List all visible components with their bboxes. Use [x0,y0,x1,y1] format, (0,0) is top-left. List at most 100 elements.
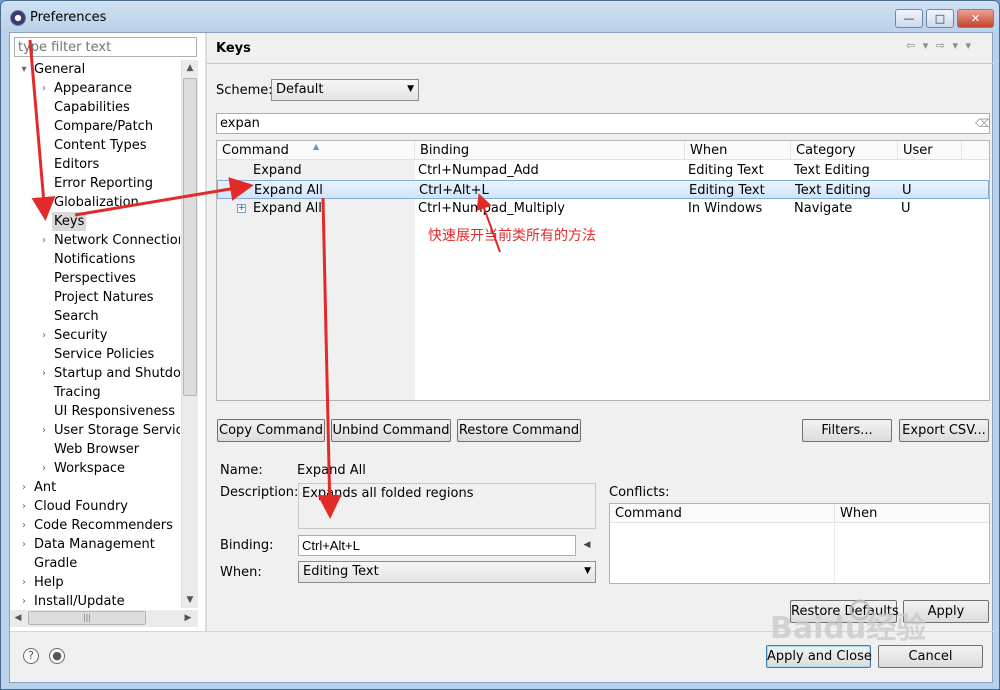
tree-item[interactable]: Tracing [10,383,180,402]
tree-item-label: Content Types [54,138,147,153]
table-row[interactable]: + Expand All Ctrl+Numpad_Multiply In Window… [217,199,989,218]
apply-and-close-button[interactable]: Apply and Close [766,645,872,668]
scroll-right-icon[interactable]: ▶ [180,610,196,626]
tree-item[interactable]: Gradle [10,554,180,573]
column-header-command[interactable]: Command ▲ [217,141,415,160]
window-title: Preferences [30,10,107,25]
tree-item[interactable]: Perspectives [10,269,180,288]
tree-item[interactable]: Globalization [10,193,180,212]
tree-item-label: Help [34,575,64,590]
tree-horizontal-scrollbar[interactable]: ◀ ||| ▶ [10,610,198,627]
chevron-right-icon[interactable]: › [19,535,29,554]
tree-item[interactable]: Notifications [10,250,180,269]
tree-item[interactable]: › Network Connections [10,231,180,250]
tree-item[interactable]: Editors [10,155,180,174]
tree-item[interactable]: Error Reporting [10,174,180,193]
tree-item-label: Keys [52,212,87,231]
export-csv-button[interactable]: Export CSV... [899,419,989,442]
conflicts-column-command[interactable]: Command [610,504,835,523]
filter-input[interactable] [14,37,197,57]
tree-item-label: Notifications [54,252,136,267]
copy-command-button[interactable]: Copy Command [217,419,325,442]
tree-item[interactable]: Web Browser [10,440,180,459]
tree-item[interactable]: › Help [10,573,180,592]
conflicts-column-divider [834,523,835,583]
tree-item[interactable]: Search [10,307,180,326]
tree-item[interactable]: Compare/Patch [10,117,180,136]
scroll-thumb[interactable] [183,78,197,396]
tree-item-label: Startup and Shutdown [54,366,180,381]
tree-item[interactable]: › Appearance [10,79,180,98]
annotation-text: 快速展开当前类所有的方法 [428,228,596,244]
keys-filter-input[interactable] [216,113,990,134]
chevron-right-icon[interactable]: › [19,516,29,535]
tree-item[interactable]: › Cloud Foundry [10,497,180,516]
tree-vertical-scrollbar[interactable]: ▲ ▼ [181,60,198,608]
binding-field[interactable] [298,535,576,556]
title-bar[interactable]: Preferences — □ ✕ [1,1,999,35]
chevron-right-icon[interactable]: › [39,459,49,478]
chevron-right-icon[interactable]: › [19,497,29,516]
cell-binding: Ctrl+Numpad_Add [418,163,539,178]
column-header-category[interactable]: Category [791,141,898,160]
cancel-button[interactable]: Cancel [878,645,983,668]
scroll-up-icon[interactable]: ▲ [182,60,198,76]
column-header-user[interactable]: User [898,141,962,160]
conflicts-column-when[interactable]: When [835,504,989,523]
scheme-dropdown[interactable]: Default ▼ [271,79,419,101]
record-icon[interactable]: ● [49,648,65,664]
scroll-down-icon[interactable]: ▼ [182,592,198,608]
close-button[interactable]: ✕ [957,9,994,28]
table-row[interactable]: Expand All Ctrl+Alt+L Editing Text Text Edi… [217,180,989,199]
clear-filter-icon[interactable]: ⌫ [975,117,991,130]
cell-when: In Windows [688,201,763,216]
column-header-when[interactable]: When [685,141,791,160]
tree-item[interactable]: › User Storage Service [10,421,180,440]
tree-item[interactable]: › Workspace [10,459,180,478]
tree-item[interactable]: › Install/Update [10,592,180,608]
chevron-right-icon[interactable]: › [39,231,49,250]
expand-plus-icon[interactable]: + [237,204,246,213]
help-icon[interactable]: ? [23,648,39,664]
chevron-right-icon[interactable]: › [19,478,29,497]
minimize-button[interactable]: — [895,9,923,28]
pane-splitter[interactable] [205,33,207,631]
chevron-down-icon[interactable]: ▾ [19,60,29,79]
binding-menu-icon[interactable]: ◀ [578,535,596,556]
tree-item[interactable]: ▾ General [10,60,180,79]
cell-binding: Ctrl+Alt+L [419,183,489,198]
scroll-thumb-horizontal[interactable]: ||| [28,611,146,625]
when-dropdown[interactable]: Editing Text ▼ [298,561,596,583]
tree-item[interactable]: › Startup and Shutdown [10,364,180,383]
tree-item-label: User Storage Service [54,423,180,438]
maximize-button[interactable]: □ [926,9,954,28]
unbind-command-button[interactable]: Unbind Command [331,419,451,442]
chevron-right-icon[interactable]: › [39,364,49,383]
tree-item-label: Network Connections [54,233,180,248]
cell-binding: Ctrl+Numpad_Multiply [418,201,565,216]
filters-button[interactable]: Filters... [802,419,892,442]
tree-item[interactable]: Capabilities [10,98,180,117]
tree-item[interactable]: › Ant [10,478,180,497]
chevron-right-icon[interactable]: › [39,421,49,440]
chevron-right-icon[interactable]: › [19,592,29,608]
chevron-right-icon[interactable]: › [19,573,29,592]
chevron-right-icon[interactable]: › [39,326,49,345]
chevron-right-icon[interactable]: › [39,79,49,98]
tree-item[interactable]: › Security [10,326,180,345]
conflicts-header: Command When [610,504,989,523]
tree-item[interactable]: Content Types [10,136,180,155]
history-nav-icon[interactable]: ⇦ ▾ ⇨ ▾ ▾ [906,39,973,52]
tree-item[interactable]: Service Policies [10,345,180,364]
tree-item[interactable]: › Code Recommenders [10,516,180,535]
scroll-left-icon[interactable]: ◀ [10,610,26,626]
restore-command-button[interactable]: Restore Command [457,419,581,442]
column-header-binding[interactable]: Binding [415,141,685,160]
tree-item[interactable]: Project Natures [10,288,180,307]
table-row[interactable]: Expand Ctrl+Numpad_Add Editing Text Text Ed… [217,161,989,180]
tree-item[interactable]: UI Responsiveness Monitoring [10,402,180,421]
tree-item-label: Ant [34,480,57,495]
tree-item[interactable]: › Data Management [10,535,180,554]
tree-item[interactable]: Keys [10,212,180,231]
column-label: Command [222,143,289,158]
